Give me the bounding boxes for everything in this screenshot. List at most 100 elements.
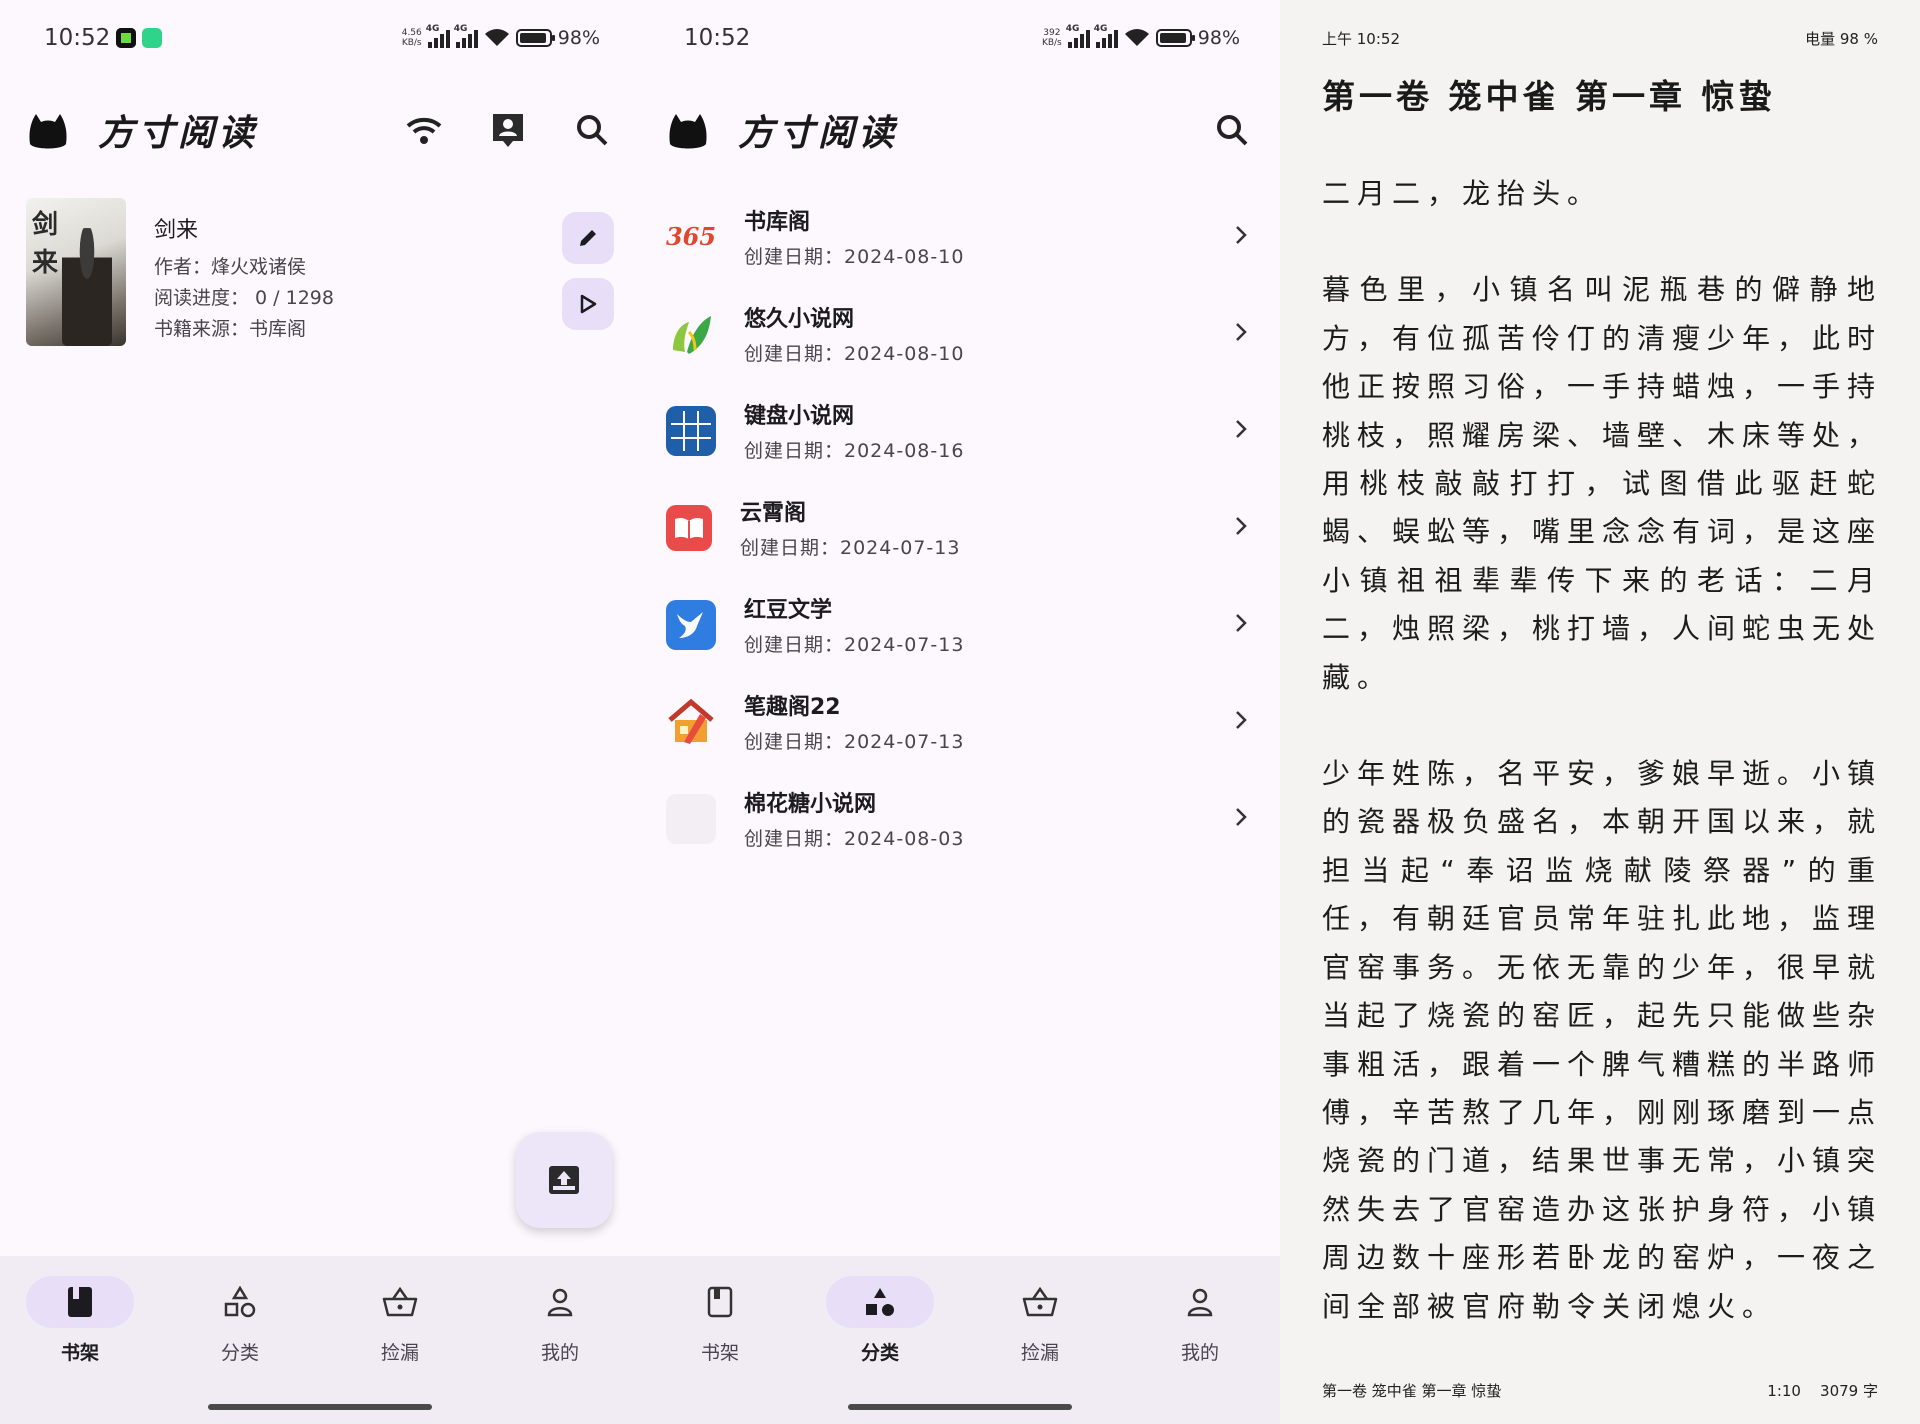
battery-percent: 98% <box>1197 27 1240 49</box>
reader-screen[interactable]: 上午 10:52 电量 98 % 第一卷 笼中雀 第一章 惊蛰 二月二，龙抬头。… <box>1280 0 1920 1424</box>
bottom-navigation: 书架 分类 捡漏 我的 <box>640 1256 1280 1424</box>
signal-icon: 4G <box>426 24 450 48</box>
source-name: 棉花糖小说网 <box>744 792 877 817</box>
status-time: 10:52 <box>684 25 751 51</box>
home-indicator[interactable] <box>208 1404 432 1410</box>
contact-button[interactable] <box>486 108 530 152</box>
paragraph: 暮色里，小镇名叫泥瓶巷的僻静地方，有位孤苦伶仃的清瘦少年，此时他正按照习俗，一手… <box>1322 273 1883 694</box>
nav-picks[interactable]: 捡漏 <box>960 1276 1120 1365</box>
source-logo-house-icon <box>666 697 716 747</box>
nav-mine-label: 我的 <box>1180 1342 1219 1364</box>
source-date: 创建日期：2024-07-13 <box>744 731 965 753</box>
source-date: 创建日期：2024-08-10 <box>744 343 965 365</box>
nav-mine-label: 我的 <box>540 1342 579 1364</box>
nav-picks-label: 捡漏 <box>1020 1342 1059 1364</box>
shapes-icon <box>866 1288 894 1316</box>
cover-title-char-2: 来 <box>32 248 59 278</box>
nav-category[interactable]: 分类 <box>800 1276 960 1365</box>
network-speed-unit: KB/s <box>401 38 422 48</box>
nav-category-label: 分类 <box>860 1342 899 1364</box>
nav-mine[interactable]: 我的 <box>1120 1276 1280 1365</box>
search-icon <box>1217 115 1248 146</box>
book-author: 作者：烽火戏诸侯 <box>154 256 307 278</box>
app-logo-icon <box>29 114 67 149</box>
network-type-2: 4G <box>453 24 468 34</box>
pencil-icon <box>580 230 596 246</box>
edit-book-button[interactable] <box>562 212 614 264</box>
basket-icon <box>1022 1287 1058 1317</box>
network-speed: 392 KB/s <box>1042 28 1062 48</box>
network-speed: 4.56 KB/s <box>402 28 422 48</box>
source-logo-365-icon: 365 <box>666 212 716 262</box>
book-progress: 阅读进度： 0 / 1298 <box>154 287 334 309</box>
app-notification-icon <box>116 28 137 48</box>
paragraph: 少年姓陈，名平安，爹娘早逝。小镇的瓷器极负盛名，本朝开国以来，就担当起“奉诏监烧… <box>1322 757 1883 1323</box>
battery-icon <box>515 29 555 47</box>
status-time: 10:52 <box>44 25 111 51</box>
source-row[interactable]: 云霄阁 创建日期：2024-07-13 <box>666 479 1254 576</box>
home-indicator[interactable] <box>848 1404 1072 1410</box>
signal-icon-2: 4G <box>454 24 478 48</box>
network-type-2: 4G <box>1093 24 1108 34</box>
wifi-button[interactable] <box>402 108 446 152</box>
chevron-right-icon <box>1236 614 1247 632</box>
app-title: 方寸阅读 <box>738 112 899 154</box>
wifi-status-icon <box>484 29 509 46</box>
bookshelf-screen: 10:52 4.56 KB/s 4G 4G 98% 方寸阅读 剑 来 剑来 作者… <box>0 0 640 1424</box>
upload-icon <box>549 1166 579 1194</box>
footer-word-count: 3079 字 <box>1820 1382 1878 1400</box>
source-row[interactable]: 365 书库阁 创建日期：2024-08-10 <box>666 188 1254 285</box>
read-book-button[interactable] <box>562 278 614 330</box>
import-book-button[interactable] <box>516 1132 612 1228</box>
nav-category[interactable]: 分类 <box>160 1276 320 1365</box>
source-date: 创建日期：2024-08-03 <box>744 828 965 850</box>
network-speed-value: 4.56 <box>401 28 422 38</box>
book-source: 书籍来源：书库阁 <box>154 318 307 340</box>
reader-status-bar: 上午 10:52 电量 98 % <box>1322 28 1878 49</box>
nav-bookshelf-label: 书架 <box>60 1342 99 1364</box>
app-notification-icon-2 <box>142 28 163 48</box>
nav-bookshelf[interactable]: 书架 <box>0 1276 160 1365</box>
chapter-content[interactable]: 二月二，龙抬头。 暮色里，小镇名叫泥瓶巷的僻静地方，有位孤苦伶仃的清瘦少年，此时… <box>1322 170 1882 1379</box>
source-row[interactable]: 红豆文学 创建日期：2024-07-13 <box>666 576 1254 673</box>
reader-battery: 电量 98 % <box>1805 30 1878 48</box>
bottom-navigation: 书架 分类 捡漏 我的 <box>0 1256 640 1424</box>
signal-icon: 4G <box>1066 24 1090 48</box>
person-icon <box>547 1288 573 1317</box>
source-name: 笔趣阁22 <box>744 695 841 720</box>
source-row[interactable]: 笔趣阁22 创建日期：2024-07-13 <box>666 673 1254 770</box>
search-button[interactable] <box>570 108 614 152</box>
nav-mine[interactable]: 我的 <box>480 1276 640 1365</box>
network-speed-unit: KB/s <box>1041 38 1062 48</box>
book-cover[interactable]: 剑 来 <box>26 198 126 346</box>
source-name: 悠久小说网 <box>744 307 855 332</box>
chevron-right-icon <box>1236 808 1247 826</box>
source-logo-grid-icon <box>666 405 716 456</box>
source-row[interactable]: 悠久小说网创建日期：2024-08-10 <box>666 285 1254 382</box>
source-name: 云霄阁 <box>740 501 807 526</box>
shapes-icon <box>224 1286 256 1318</box>
person-icon <box>1187 1288 1213 1317</box>
cover-figure <box>62 228 112 346</box>
app-logo-icon <box>669 114 707 149</box>
source-logo-book-icon <box>666 504 712 551</box>
search-button[interactable] <box>1210 108 1254 152</box>
nav-bookshelf[interactable]: 书架 <box>640 1276 800 1365</box>
search-icon <box>577 115 608 146</box>
footer-page: 1:10 <box>1767 1382 1801 1400</box>
source-name: 键盘小说网 <box>744 404 855 429</box>
nav-picks[interactable]: 捡漏 <box>320 1276 480 1365</box>
source-row[interactable]: 键盘小说网创建日期：2024-08-16 <box>666 382 1254 479</box>
chevron-right-icon <box>1236 420 1247 438</box>
wifi-status-icon <box>1124 29 1149 46</box>
source-date: 创建日期：2024-08-16 <box>744 440 965 462</box>
source-logo-placeholder-icon <box>666 793 716 844</box>
book-icon <box>68 1287 92 1317</box>
book-card[interactable]: 剑 来 剑来 作者：烽火戏诸侯 阅读进度： 0 / 1298 书籍来源：书库阁 <box>26 198 614 348</box>
book-icon <box>707 1286 733 1318</box>
source-row[interactable]: 棉花糖小说网创建日期：2024-08-03 <box>666 770 1254 867</box>
paragraph: 二月二，龙抬头。 <box>1322 177 1603 210</box>
network-type: 4G <box>425 24 440 34</box>
play-icon <box>580 294 597 314</box>
source-date: 创建日期：2024-07-13 <box>744 634 965 656</box>
